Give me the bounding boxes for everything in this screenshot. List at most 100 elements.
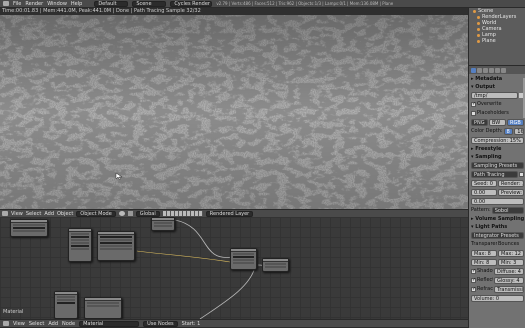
seed-field[interactable]: Seed: 0 [471,179,497,187]
properties-editor[interactable]: Metadata Output /tmp/ Overwrite Placehol… [469,74,525,304]
render-tab-icon[interactable] [471,67,476,73]
output-path-field[interactable]: /tmp/ [471,91,518,99]
square-samples-checkbox[interactable] [519,171,524,177]
render-engine-selector[interactable]: Cycles Render [170,0,213,7]
screen-layout-selector[interactable]: Default [94,0,129,7]
reflective-label: Reflective Caustics [477,277,493,283]
transmission-bounces-field[interactable]: Transmission: 12 [494,285,524,293]
panel-output[interactable]: Output [471,83,524,91]
panel-sampling[interactable]: Sampling [471,153,524,161]
menu-view[interactable]: View [11,211,23,217]
bw-button[interactable]: BW [489,118,506,126]
menu-add[interactable]: Add [44,211,54,217]
bump-node[interactable] [54,291,78,319]
menu-object[interactable]: Object [57,211,73,217]
viewport-header: View Select Add Object Object Mode Globa… [0,209,468,217]
panel-volume-sampling[interactable]: Volume Sampling [471,215,524,223]
info-editor-icon[interactable] [3,1,9,6]
node-menu-select[interactable]: Select [29,321,44,327]
outliner-item[interactable]: Plane [469,38,525,44]
format-selector[interactable]: PNG [471,118,488,126]
menu-window[interactable]: Window [47,1,67,7]
rendered-terrain [0,15,468,209]
refractive-caustics-checkbox[interactable] [471,286,476,292]
overwrite-checkbox[interactable] [471,101,476,107]
rgb-button[interactable]: RGB [507,118,524,126]
node-menu-view[interactable]: View [13,321,25,327]
reflective-caustics-checkbox[interactable] [471,277,476,283]
node-editor-header: View Select Add Node Material Use Nodes … [0,319,468,328]
menu-file[interactable]: File [13,1,21,7]
image-texture-node[interactable] [97,231,135,261]
view3d-editor-icon[interactable] [2,211,8,216]
material-selector[interactable]: Material [79,320,140,327]
texture-coordinate-node[interactable] [10,219,48,237]
shading-icon[interactable] [118,211,125,216]
scene-tab-icon[interactable] [483,67,488,73]
render-layer-selector[interactable]: Rendered Layer [205,210,254,217]
world-tab-icon[interactable] [489,67,494,73]
node-editor-icon[interactable] [3,321,9,326]
menu-select[interactable]: Select [26,211,41,217]
volume-bounces-field[interactable]: Volume: 0 [471,294,524,302]
compression-slider[interactable]: Compression: 15% [471,136,524,144]
scene-selector[interactable]: Scene [132,0,167,7]
panel-light-paths[interactable]: Light Paths [471,223,524,231]
displacement-node[interactable] [84,297,122,319]
scene-stats: v2.79 | Verts:486 | Faces:512 | Tris:962… [216,1,394,6]
bsdf-node[interactable] [230,248,257,270]
3d-viewport[interactable] [0,15,468,209]
depth-16-button[interactable]: 16 [514,127,524,135]
node-menu-add[interactable]: Add [48,321,58,327]
diffuse-bounces-field[interactable]: Diffuse: 4 [494,267,524,275]
right-panel: Scene RenderLayers World Camera Lamp Pla… [468,8,525,328]
frame-start: Start: 1 [181,320,201,327]
panel-metadata[interactable]: Metadata [471,75,524,83]
bounces-label: Bounces [498,241,520,247]
transparency-min-field[interactable]: Min: 8 [471,258,497,266]
panel-freestyle[interactable]: Freestyle [471,145,524,153]
material-output-node[interactable] [262,258,289,272]
transparency-label: Transparency [471,241,497,247]
bounces-max-field[interactable]: Max: 12 [498,249,524,257]
pivot-icon[interactable] [127,211,133,216]
layers-tab-icon[interactable] [477,67,482,73]
properties-tabs [469,66,525,74]
depth-8-button[interactable]: 8 [503,127,514,135]
mapping-node[interactable] [68,228,92,262]
clamp-direct-field[interactable]: 0.00 [471,188,497,196]
bounces-min-field[interactable]: Min: 3 [498,258,524,266]
pattern-label: Pattern: [471,207,491,213]
node-menu-node[interactable]: Node [62,321,75,327]
menu-render[interactable]: Render [25,1,43,7]
sampling-presets[interactable]: Sampling Presets [471,161,524,169]
outliner[interactable]: Scene RenderLayers World Camera Lamp Pla… [469,8,525,66]
placeholders-checkbox[interactable] [471,110,476,116]
color-depth-label: Color Depth: [471,128,503,134]
shadows-checkbox[interactable] [471,268,476,274]
material-tab-icon[interactable] [501,67,506,73]
object-tab-icon[interactable] [495,67,500,73]
refractive-label: Refractive Caustics [477,286,493,292]
use-nodes-toggle[interactable]: Use Nodes [143,320,178,327]
node-tree-label: Material [3,309,24,315]
glossy-bounces-field[interactable]: Glossy: 4 [494,276,524,284]
render-info-bar: Time:00:01.83 | Mem:441.0M, Peak:441.0M … [0,8,468,15]
placeholders-label: Placeholders [477,110,509,116]
shadows-label: Shadows [477,268,493,274]
node-editor[interactable]: Material [0,217,468,319]
shader-node-top[interactable] [151,217,175,231]
path-tracing-selector[interactable]: Path Tracing [471,170,518,178]
menu-help[interactable]: Help [71,1,82,7]
orientation-selector[interactable]: Global [135,210,160,217]
layers-widget[interactable] [162,211,203,216]
render-samples-field[interactable]: Render: 10 [498,179,524,187]
pattern-selector[interactable]: Sobol [491,206,524,214]
top-header-bar: File Render Window Help Default Scene Cy… [0,0,525,8]
preview-samples-field[interactable]: Preview: 10 [498,188,524,196]
clamp-indirect-field[interactable]: 0.00 [471,197,524,205]
mode-selector[interactable]: Object Mode [76,210,116,217]
integrator-presets[interactable]: Integrator Presets [471,231,524,239]
overwrite-label: Overwrite [477,101,502,107]
transparency-max-field[interactable]: Max: 8 [471,249,497,257]
